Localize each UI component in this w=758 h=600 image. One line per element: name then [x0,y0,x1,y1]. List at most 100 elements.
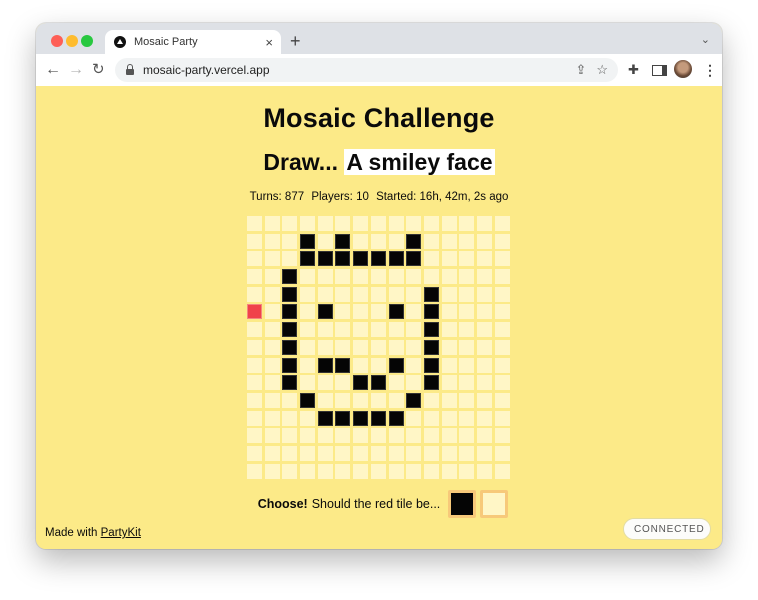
tile-empty-r8-c14[interactable] [494,357,510,373]
tile-empty-r14-c9[interactable] [406,463,422,479]
back-arrow-icon[interactable]: ← [45,60,61,80]
tile-empty-r1-c11[interactable] [441,233,457,249]
tile-empty-r11-c0[interactable] [247,410,262,426]
tile-empty-r14-c0[interactable] [247,463,262,479]
tile-empty-r14-c12[interactable] [459,463,475,479]
tile-empty-r8-c6[interactable] [353,357,369,373]
tile-empty-r11-c3[interactable] [300,410,316,426]
tile-empty-r0-c4[interactable] [317,216,333,231]
tile-empty-r6-c8[interactable] [388,322,404,338]
tile-empty-r7-c12[interactable] [459,339,475,355]
tile-black-r8-c2[interactable] [282,357,298,373]
tile-empty-r0-c13[interactable] [476,216,492,231]
extensions-puzzle-icon[interactable]: ✚ [628,61,639,79]
tile-black-r2-c7[interactable] [370,251,386,267]
tile-empty-r6-c6[interactable] [353,322,369,338]
tile-empty-r14-c1[interactable] [264,463,280,479]
url-text[interactable]: mosaic-party.vercel.app [143,63,575,77]
tile-black-r4-c10[interactable] [423,286,439,302]
tile-empty-r13-c3[interactable] [300,445,316,461]
tile-empty-r14-c10[interactable] [423,463,439,479]
tile-empty-r0-c6[interactable] [353,216,369,231]
tile-empty-r8-c12[interactable] [459,357,475,373]
tile-empty-r10-c12[interactable] [459,392,475,408]
tile-empty-r4-c4[interactable] [317,286,333,302]
tile-empty-r8-c9[interactable] [406,357,422,373]
tile-black-r8-c5[interactable] [335,357,351,373]
tile-empty-r2-c14[interactable] [494,251,510,267]
tile-empty-r6-c1[interactable] [264,322,280,338]
close-window-button[interactable] [51,35,63,47]
tile-empty-r6-c0[interactable] [247,322,262,338]
tile-black-r7-c10[interactable] [423,339,439,355]
tile-empty-r13-c9[interactable] [406,445,422,461]
tile-empty-r12-c6[interactable] [353,428,369,444]
tile-black-r1-c5[interactable] [335,233,351,249]
tile-empty-r13-c11[interactable] [441,445,457,461]
tile-empty-r7-c8[interactable] [388,339,404,355]
tile-empty-r0-c3[interactable] [300,216,316,231]
tile-empty-r13-c6[interactable] [353,445,369,461]
tile-black-r11-c7[interactable] [370,410,386,426]
tile-empty-r12-c11[interactable] [441,428,457,444]
tile-empty-r7-c4[interactable] [317,339,333,355]
tile-empty-r0-c10[interactable] [423,216,439,231]
tile-empty-r10-c0[interactable] [247,392,262,408]
tile-empty-r7-c1[interactable] [264,339,280,355]
tile-empty-r12-c7[interactable] [370,428,386,444]
tile-empty-r10-c7[interactable] [370,392,386,408]
tile-empty-r4-c6[interactable] [353,286,369,302]
tile-empty-r10-c2[interactable] [282,392,298,408]
tile-black-r2-c5[interactable] [335,251,351,267]
tile-empty-r2-c1[interactable] [264,251,280,267]
tile-empty-r8-c1[interactable] [264,357,280,373]
tile-empty-r14-c14[interactable] [494,463,510,479]
side-panel-icon[interactable] [652,65,667,76]
tile-empty-r2-c10[interactable] [423,251,439,267]
tile-empty-r5-c14[interactable] [494,304,510,320]
tile-empty-r2-c11[interactable] [441,251,457,267]
tile-empty-r14-c7[interactable] [370,463,386,479]
tile-empty-r8-c7[interactable] [370,357,386,373]
tile-black-r1-c9[interactable] [406,233,422,249]
tile-empty-r10-c6[interactable] [353,392,369,408]
tile-black-r4-c2[interactable] [282,286,298,302]
tile-empty-r8-c11[interactable] [441,357,457,373]
tile-empty-r4-c7[interactable] [370,286,386,302]
tile-empty-r4-c5[interactable] [335,286,351,302]
tile-black-r2-c6[interactable] [353,251,369,267]
tile-empty-r3-c7[interactable] [370,269,386,285]
tile-black-r10-c3[interactable] [300,392,316,408]
tile-empty-r11-c2[interactable] [282,410,298,426]
tile-empty-r4-c11[interactable] [441,286,457,302]
tile-empty-r14-c6[interactable] [353,463,369,479]
tile-black-r9-c10[interactable] [423,375,439,391]
tile-empty-r7-c14[interactable] [494,339,510,355]
tile-black-r3-c2[interactable] [282,269,298,285]
tile-empty-r5-c6[interactable] [353,304,369,320]
tile-empty-r6-c13[interactable] [476,322,492,338]
forward-arrow-icon[interactable]: → [68,60,84,80]
tile-empty-r9-c9[interactable] [406,375,422,391]
close-tab-icon[interactable]: × [265,35,273,50]
tile-empty-r2-c13[interactable] [476,251,492,267]
tab-mosaic-party[interactable]: Mosaic Party × [105,30,281,54]
tile-empty-r6-c4[interactable] [317,322,333,338]
tile-empty-r9-c8[interactable] [388,375,404,391]
tile-empty-r5-c9[interactable] [406,304,422,320]
tile-empty-r3-c3[interactable] [300,269,316,285]
tile-empty-r10-c4[interactable] [317,392,333,408]
tile-empty-r7-c9[interactable] [406,339,422,355]
profile-avatar[interactable] [674,60,692,78]
tile-black-r1-c3[interactable] [300,233,316,249]
tile-empty-r3-c9[interactable] [406,269,422,285]
tile-empty-r5-c11[interactable] [441,304,457,320]
tile-empty-r13-c12[interactable] [459,445,475,461]
tile-empty-r1-c2[interactable] [282,233,298,249]
tile-empty-r11-c14[interactable] [494,410,510,426]
tile-empty-r11-c12[interactable] [459,410,475,426]
tile-empty-r3-c14[interactable] [494,269,510,285]
more-menu-icon[interactable]: ⋮ [703,61,717,79]
tile-empty-r0-c1[interactable] [264,216,280,231]
tile-empty-r11-c11[interactable] [441,410,457,426]
